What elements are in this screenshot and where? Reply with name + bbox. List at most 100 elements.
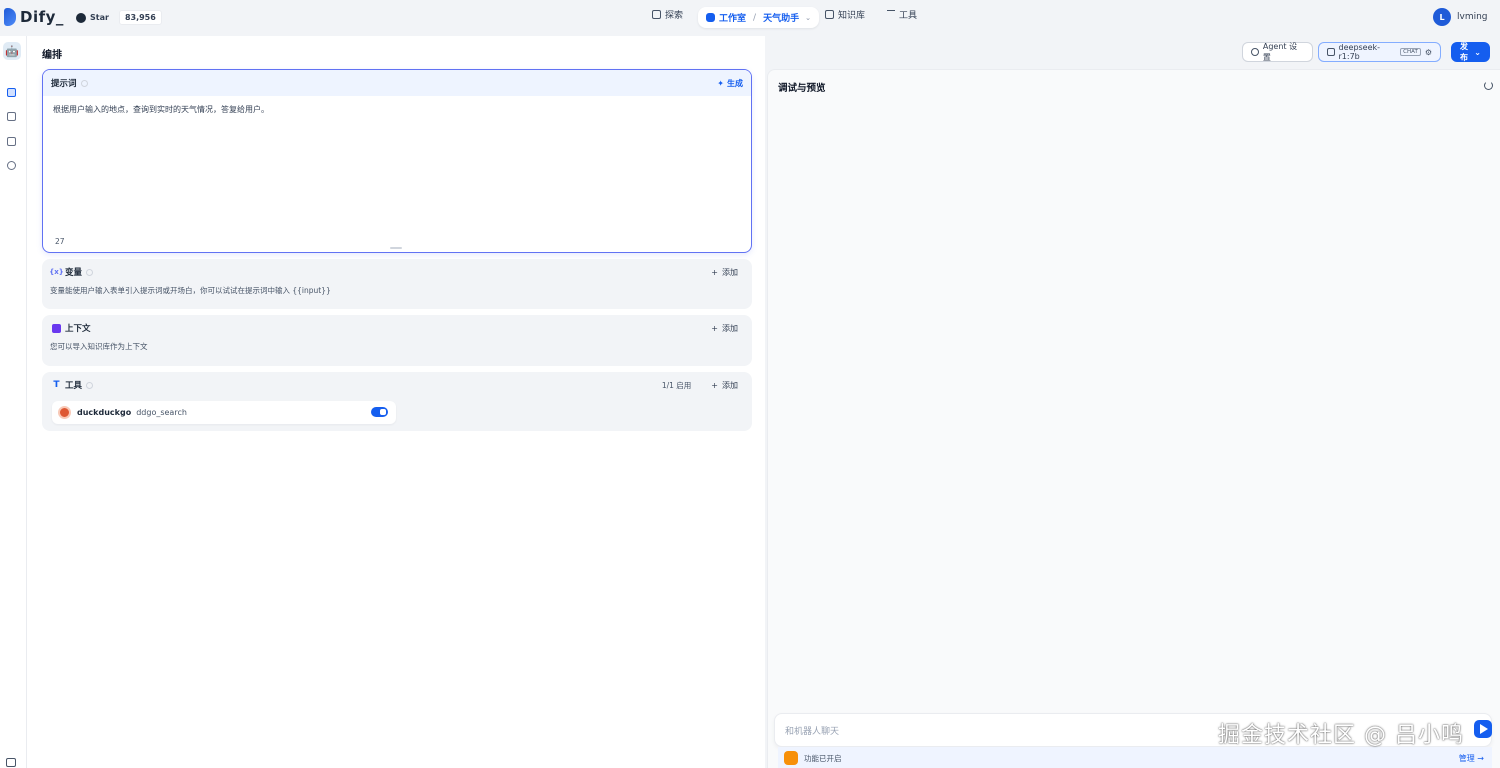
context-title-text: 上下文 [65, 324, 91, 334]
current-app-name[interactable]: 天气助手 [763, 11, 799, 24]
orchestrate-panel: 编排 提示词 ✦ 生成 根据用户输入的地点，查询到实时的天气情况，答复给用户。 … [27, 36, 765, 768]
nav-studio[interactable]: 工作室 / 天气助手 ⌄ [698, 7, 819, 28]
nav-explore-label: 探索 [665, 11, 684, 21]
add-context-label: 添加 [722, 323, 738, 333]
github-star-button[interactable]: Star 83,956 [76, 10, 162, 25]
tool-enable-toggle[interactable] [371, 407, 388, 417]
context-header: 上下文 + 添加 [42, 315, 752, 341]
github-icon [76, 12, 86, 23]
chat-input-placeholder: 和机器人聊天 [785, 727, 840, 737]
feature-icon [784, 751, 798, 765]
chevron-down-icon[interactable]: ⌄ [805, 14, 811, 22]
generate-button[interactable]: ✦ 生成 [717, 78, 743, 89]
resize-handle[interactable] [390, 247, 402, 249]
document-icon [52, 323, 61, 333]
github-star-count: 83,956 [118, 10, 162, 25]
variables-card: {x} 变量 + 添加 变量能使用户输入表单引入提示词或开场白，你可以试试在提示… [42, 259, 752, 309]
model-icon [1327, 48, 1335, 56]
orchestrate-icon[interactable] [7, 88, 16, 97]
page-title: 编排 [42, 50, 62, 61]
prompt-char-count: 27 [55, 237, 65, 246]
variable-icon: {x} [49, 268, 64, 276]
send-button[interactable] [1474, 720, 1492, 738]
breadcrumb-separator: / [753, 12, 757, 23]
model-selector[interactable]: deepseek-r1:7b CHAT ⚙ [1318, 42, 1441, 62]
explore-icon [652, 10, 661, 19]
context-description: 您可以导入知识库作为上下文 [50, 342, 148, 351]
sparkle-icon: ✦ [717, 78, 724, 88]
user-menu[interactable]: L lvming [1433, 8, 1488, 26]
brand-name: Dify_ [20, 8, 64, 26]
left-icon-rail: 🤖 [0, 36, 27, 768]
tools-enabled-count: 1/1 启用 [661, 380, 692, 390]
tool-item[interactable]: duckduckgo ddgo_search [52, 401, 396, 424]
plus-icon: + [711, 323, 718, 333]
prompt-header: 提示词 ✦ 生成 [43, 70, 751, 96]
add-tool-label: 添加 [722, 380, 738, 390]
nav-explore[interactable]: 探索 [652, 8, 683, 21]
user-name: lvming [1457, 12, 1488, 22]
tools-card: T 工具 1/1 启用 + 添加 duckduckgo ddgo_search [42, 372, 752, 431]
logs-icon[interactable] [7, 137, 16, 146]
duckduckgo-icon [58, 406, 71, 419]
variables-description: 变量能使用户输入表单引入提示词或开场白，你可以试试在提示词中输入 {{input… [50, 286, 331, 295]
plus-icon: + [711, 380, 718, 390]
add-tool-button[interactable]: + 添加 [711, 380, 738, 391]
model-mode-badge: CHAT [1400, 48, 1421, 56]
variables-title-text: 变量 [65, 268, 83, 278]
add-context-button[interactable]: + 添加 [711, 323, 738, 334]
prompt-textarea[interactable]: 根据用户输入的地点，查询到实时的天气情况，答复给用户。 [43, 96, 751, 123]
avatar: L [1433, 8, 1451, 26]
tools-title-text: 工具 [65, 381, 83, 391]
nav-tools-label: 工具 [899, 11, 918, 21]
features-label: 功能已开启 [804, 753, 842, 763]
nav-knowledge-label: 知识库 [838, 11, 866, 21]
watermark-text: 掘金技术社区 @ 吕小鸣 [1218, 723, 1464, 748]
dify-logo[interactable]: Dify_ [4, 8, 64, 26]
features-bar: 功能已开启 管理 → [778, 747, 1492, 768]
collapse-sidebar-icon[interactable] [6, 758, 16, 767]
prompt-title: 提示词 [51, 77, 88, 89]
info-icon[interactable] [86, 268, 94, 276]
settings-sliders-icon[interactable]: ⚙ [1425, 48, 1432, 57]
app-emoji-icon[interactable]: 🤖 [3, 42, 21, 60]
nav-tools[interactable]: 工具 [887, 8, 917, 21]
chevron-down-icon: ⌄ [1474, 47, 1481, 57]
prompt-editor[interactable]: 提示词 ✦ 生成 根据用户输入的地点，查询到实时的天气情况，答复给用户。 27 [42, 69, 752, 253]
knowledge-icon [825, 10, 834, 19]
gear-icon [1251, 48, 1259, 56]
info-icon[interactable] [80, 79, 88, 87]
manage-features-link[interactable]: 管理 → [1459, 753, 1484, 764]
model-name: deepseek-r1:7b [1338, 43, 1381, 61]
context-title: 上下文 [52, 322, 91, 334]
agent-settings-label: Agent 设置 [1262, 42, 1298, 62]
top-bar: Dify_ Star 83,956 探索 工作室 / 天气助手 ⌄ 知识库 工具… [0, 0, 1500, 36]
info-icon[interactable] [86, 381, 94, 389]
tools-header: T 工具 1/1 启用 + 添加 [42, 372, 752, 398]
nav-studio-label[interactable]: 工作室 [719, 11, 746, 24]
github-star-label: Star [90, 13, 109, 22]
variables-title: {x} 变量 [49, 266, 94, 278]
add-variable-button[interactable]: + 添加 [711, 267, 738, 278]
dify-logo-mark [4, 8, 16, 26]
tool-icon: T [53, 380, 60, 390]
tools-icon [887, 10, 895, 19]
api-access-icon[interactable] [7, 112, 16, 121]
plus-icon: + [711, 267, 718, 277]
context-card: 上下文 + 添加 您可以导入知识库作为上下文 [42, 315, 752, 366]
publish-button[interactable]: 发布 ⌄ [1451, 42, 1490, 62]
refresh-icon[interactable] [1484, 81, 1493, 90]
monitoring-icon[interactable] [7, 161, 16, 170]
generate-label: 生成 [727, 78, 743, 88]
agent-settings-button[interactable]: Agent 设置 [1242, 42, 1313, 62]
nav-knowledge[interactable]: 知识库 [825, 8, 865, 21]
tools-controls: 1/1 启用 + 添加 [662, 380, 738, 391]
publish-label: 发布 [1460, 42, 1468, 62]
add-variable-label: 添加 [722, 267, 738, 277]
tools-title: T 工具 [52, 379, 94, 391]
debug-preview-panel: 调试与预览 和机器人聊天 功能已开启 管理 → [767, 69, 1500, 768]
debug-title: 调试与预览 [778, 83, 826, 94]
prompt-title-text: 提示词 [51, 79, 77, 89]
variables-header: {x} 变量 + 添加 [42, 259, 752, 285]
tool-action: ddgo_search [136, 408, 187, 417]
